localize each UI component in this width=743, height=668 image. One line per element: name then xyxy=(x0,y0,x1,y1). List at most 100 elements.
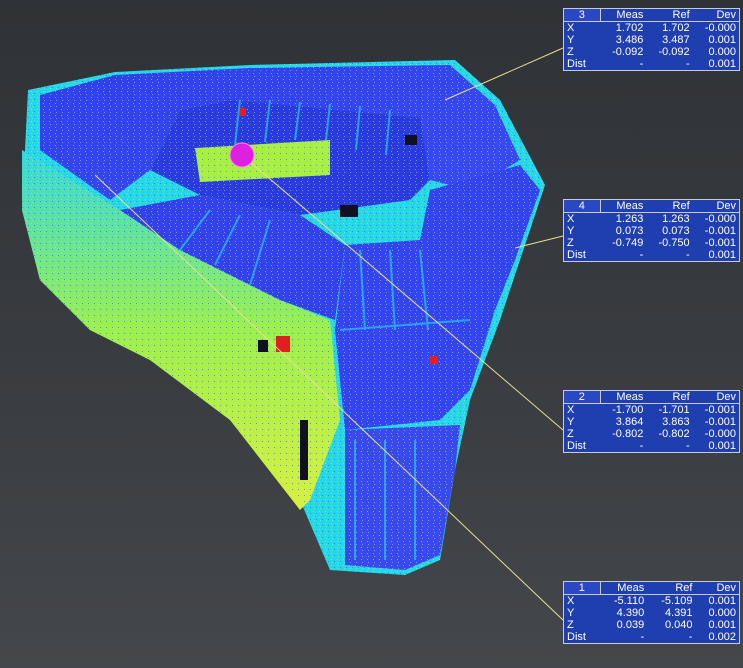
row-label: X xyxy=(567,595,575,607)
dev-value: -0.001 xyxy=(704,225,736,237)
dev-value: -0.000 xyxy=(704,22,736,34)
ref-value: 0.040 xyxy=(664,619,693,631)
dev-value: 0.000 xyxy=(708,46,736,58)
row-label: Z xyxy=(567,428,574,440)
ref-value: - xyxy=(685,58,690,70)
ref-value: - xyxy=(685,249,690,261)
panel-id: 2 xyxy=(564,391,601,404)
header-ref: Ref xyxy=(646,200,693,213)
dev-value: -0.000 xyxy=(704,213,736,225)
measurement-panel-1[interactable]: 1 Meas Ref Dev X -5.110 -5.109 0.001 Y 4.390… xyxy=(563,581,740,644)
panel-id: 4 xyxy=(564,200,601,213)
header-dev: Dev xyxy=(695,582,739,595)
ref-value: - xyxy=(685,440,690,452)
ref-value: -0.750 xyxy=(658,237,690,249)
ref-value: 4.391 xyxy=(664,607,693,619)
header-dev: Dev xyxy=(692,200,739,213)
measurement-panel-2[interactable]: 2 Meas Ref Dev X -1.700 -1.701 -0.001 Y 3.86… xyxy=(563,390,740,453)
row-z: Z -0.092 -0.092 0.000 xyxy=(564,46,739,58)
header-ref: Ref xyxy=(646,9,693,22)
row-label: Y xyxy=(567,607,575,619)
ref-value: 1.702 xyxy=(662,22,690,34)
header-dev: Dev xyxy=(692,391,739,404)
header-dev: Dev xyxy=(692,9,739,22)
row-z: Z -0.749 -0.750 -0.001 xyxy=(564,237,739,249)
measurement-panel-4[interactable]: 4 Meas Ref Dev X 1.263 1.263 -0.000 Y 0.073 0… xyxy=(563,199,740,262)
target-marker-sphere[interactable] xyxy=(229,142,255,168)
row-label: Z xyxy=(567,619,574,631)
panel-id: 3 xyxy=(564,9,601,22)
row-label: X xyxy=(567,404,575,416)
meas-value: 3.486 xyxy=(615,34,644,46)
header-meas: Meas xyxy=(600,582,648,595)
ref-value: - xyxy=(688,631,693,643)
header-ref: Ref xyxy=(646,391,693,404)
measurement-panel-3[interactable]: 3 Meas Ref Dev X 1.702 1.702 -0.000 Y 3.486 3… xyxy=(563,8,740,71)
ref-value: 3.863 xyxy=(662,416,690,428)
row-dist: Dist - - 0.002 xyxy=(564,631,739,643)
dev-value: 0.001 xyxy=(708,34,736,46)
dev-value: 0.000 xyxy=(708,607,736,619)
row-label: Dist xyxy=(567,58,586,70)
row-label: Z xyxy=(567,46,574,58)
row-label: X xyxy=(567,22,575,34)
row-z: Z 0.039 0.040 0.001 xyxy=(564,619,739,631)
dev-value: 0.001 xyxy=(708,249,736,261)
meas-value: -0.802 xyxy=(612,428,644,440)
row-y: Y 0.073 0.073 -0.001 xyxy=(564,225,739,237)
meas-value: 3.864 xyxy=(615,416,644,428)
ref-value: -5.109 xyxy=(661,595,693,607)
header-meas: Meas xyxy=(600,200,647,213)
row-z: Z -0.802 -0.802 -0.000 xyxy=(564,428,739,440)
row-label: Dist xyxy=(567,249,586,261)
ref-value: -0.802 xyxy=(658,428,690,440)
meas-value: 0.073 xyxy=(615,225,644,237)
row-x: X 1.702 1.702 -0.000 xyxy=(564,22,739,35)
dev-value: 0.002 xyxy=(708,631,736,643)
dev-value: 0.001 xyxy=(708,58,736,70)
meas-value: -5.110 xyxy=(613,595,645,607)
meas-value: - xyxy=(640,631,645,643)
point-cloud-viewport[interactable] xyxy=(0,0,743,668)
row-x: X -1.700 -1.701 -0.001 xyxy=(564,404,739,417)
panel-id: 1 xyxy=(564,582,601,595)
row-dist: Dist - - 0.001 xyxy=(564,249,739,261)
dev-value: 0.001 xyxy=(708,440,736,452)
row-y: Y 4.390 4.391 0.000 xyxy=(564,607,739,619)
ref-value: -0.092 xyxy=(658,46,690,58)
meas-value: 4.390 xyxy=(616,607,645,619)
meas-value: -0.749 xyxy=(612,237,644,249)
row-x: X -5.110 -5.109 0.001 xyxy=(564,595,739,608)
meas-value: 1.702 xyxy=(615,22,644,34)
row-x: X 1.263 1.263 -0.000 xyxy=(564,213,739,226)
meas-value: - xyxy=(639,440,644,452)
row-label: Y xyxy=(567,416,575,428)
ref-value: 0.073 xyxy=(662,225,690,237)
ref-value: 1.263 xyxy=(662,213,690,225)
ref-value: -1.701 xyxy=(658,404,690,416)
meas-value: -1.700 xyxy=(612,404,644,416)
meas-value: - xyxy=(639,58,644,70)
dev-value: -0.001 xyxy=(704,237,736,249)
scan-noise xyxy=(22,60,545,575)
meas-value: 1.263 xyxy=(615,213,644,225)
ref-value: 3.487 xyxy=(662,34,690,46)
row-label: Z xyxy=(567,237,574,249)
dev-value: 0.001 xyxy=(708,619,736,631)
row-y: Y 3.864 3.863 -0.001 xyxy=(564,416,739,428)
meas-value: -0.092 xyxy=(612,46,644,58)
row-dist: Dist - - 0.001 xyxy=(564,440,739,452)
row-label: Dist xyxy=(567,631,586,643)
meas-value: - xyxy=(639,249,644,261)
dev-value: -0.001 xyxy=(704,416,736,428)
building-point-cloud xyxy=(22,60,545,575)
header-ref: Ref xyxy=(647,582,696,595)
header-meas: Meas xyxy=(600,9,647,22)
row-label: Y xyxy=(567,225,575,237)
row-label: X xyxy=(567,213,575,225)
meas-value: 0.039 xyxy=(616,619,645,631)
row-label: Dist xyxy=(567,440,586,452)
header-meas: Meas xyxy=(600,391,647,404)
row-y: Y 3.486 3.487 0.001 xyxy=(564,34,739,46)
dev-value: 0.001 xyxy=(708,595,736,607)
